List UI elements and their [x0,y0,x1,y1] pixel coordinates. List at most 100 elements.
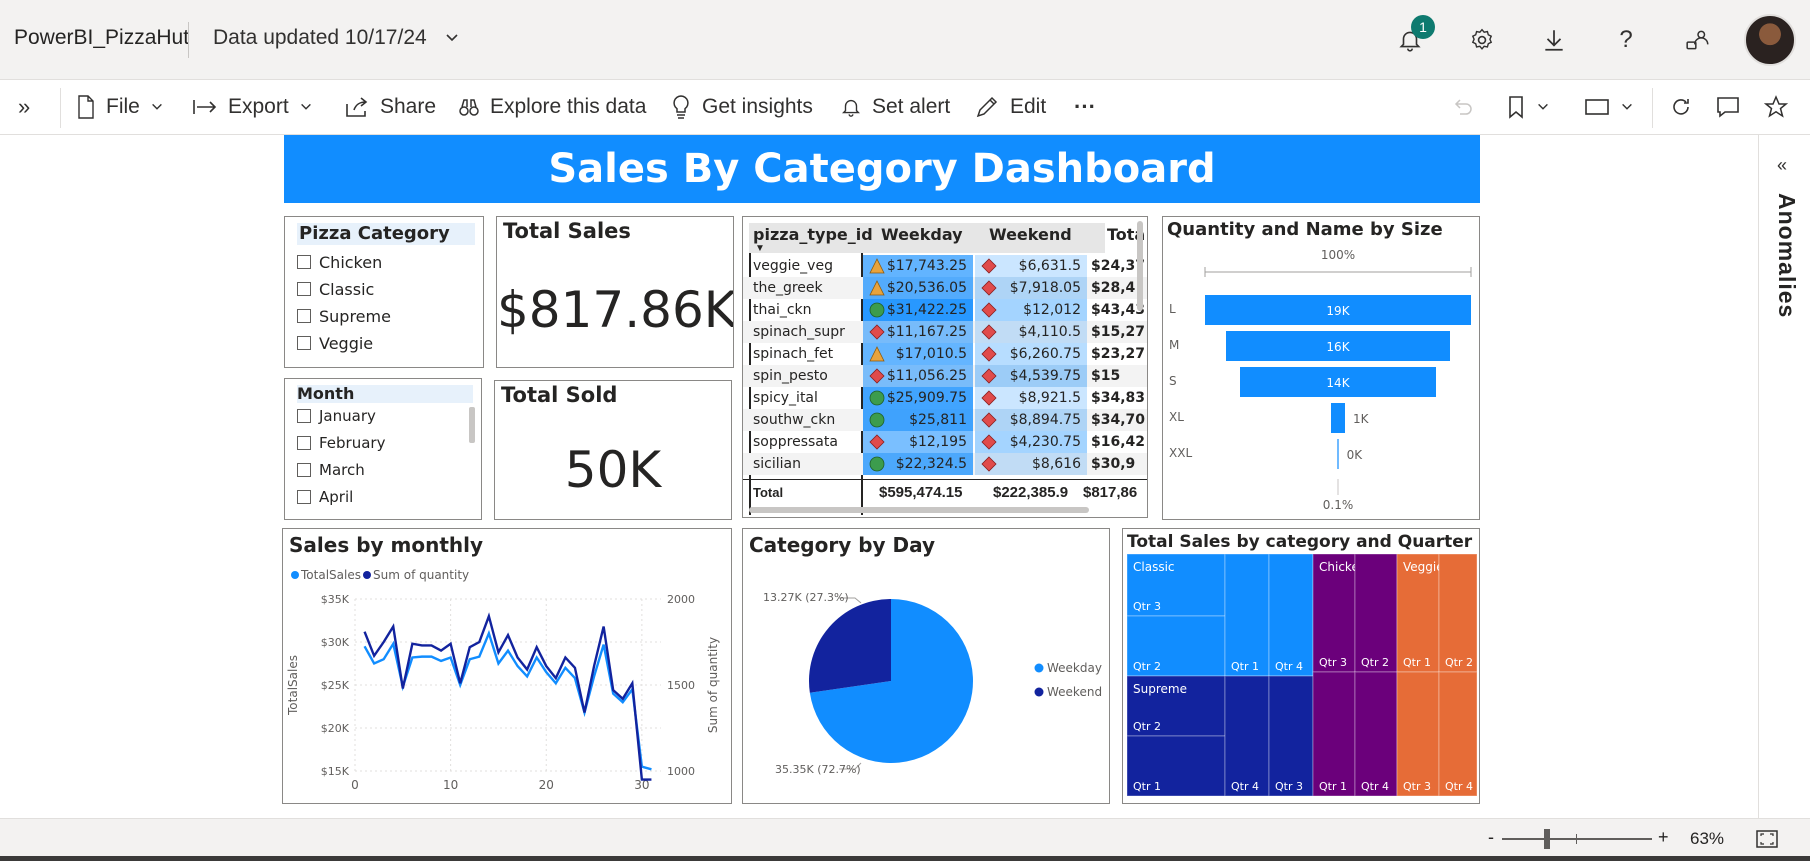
horizontal-scrollbar[interactable] [749,507,1089,513]
expand-nav-icon[interactable]: » [18,90,30,124]
slicer-item[interactable]: Classic [297,278,374,300]
view-menu-button[interactable] [1584,90,1634,124]
checkbox[interactable] [297,255,311,269]
table-row[interactable]: soppressata $12,195 $4,230.75 $16,42 [743,431,1147,453]
pie-chart: 13.27K (27.3%) 35.35K (72.7%) Weekday Weeke… [763,591,1102,776]
funnel-category-label: XL [1169,410,1184,424]
legend-label: Weekday [1047,661,1102,675]
explore-data-button[interactable]: Explore this data [458,90,646,124]
funnel-value-label: 1K [1353,412,1370,426]
feedback-people-icon[interactable] [1680,22,1716,58]
table-row[interactable]: veggie_veg $17,743.25 $6,631.5 $24,37 [743,255,1147,277]
checkbox[interactable] [297,436,311,450]
set-alert-button[interactable]: Set alert [840,90,950,124]
comment-icon[interactable] [1716,90,1740,124]
table-row[interactable]: spicy_ital $25,909.75 $8,921.5 $34,83 [743,387,1147,409]
get-insights-button[interactable]: Get insights [670,90,813,124]
weekday-cell: $17,743.25 [863,255,973,277]
table-row[interactable]: thai_ckn $31,422.25 $12,012 $43,43 [743,299,1147,321]
fit-to-page-icon[interactable] [1756,829,1778,854]
weekend-cell: $7,918.05 [975,277,1087,299]
slicer-item[interactable]: March [297,459,365,481]
checkbox[interactable] [297,490,311,504]
funnel-chart: 100% L 19K M 16K S 14K XL 1K XXL 0K 0.1% [1169,248,1472,512]
settings-gear-icon[interactable] [1464,22,1500,58]
vertical-scrollbar[interactable] [1137,221,1143,311]
table-row[interactable]: southw_ckn $25,811 $8,894.75 $34,70 [743,409,1147,431]
favorite-star-icon[interactable] [1764,90,1788,124]
weekday-cell: $11,056.25 [863,365,973,387]
treemap-quarter-label: Qtr 2 [1445,656,1473,669]
export-arrow-icon [193,100,217,114]
bookmark-menu-button[interactable] [1506,90,1550,124]
more-options-button[interactable]: ··· [1074,90,1096,124]
column-header[interactable]: Weekday [881,223,963,253]
export-menu-button[interactable]: Export [192,90,313,124]
weekend-cell: $6,631.5 [975,255,1087,277]
treemap-cell [1224,553,1270,677]
user-avatar[interactable] [1744,14,1796,66]
slicer-item[interactable]: Supreme [297,305,391,327]
chevron-down-icon [1538,103,1548,110]
undo-icon[interactable] [1452,90,1474,124]
checkbox[interactable] [297,282,311,296]
table-row[interactable]: spinach_supr $11,167.25 $4,110.5 $15,27 [743,321,1147,343]
share-button[interactable]: Share [344,90,436,124]
zoom-level[interactable]: 63% [1690,829,1724,849]
treemap-cell [1312,671,1356,797]
report-title[interactable]: PowerBI_PizzaHut [14,26,189,50]
slicer-item[interactable]: February [297,432,385,454]
treemap-quarter-label: Qtr 2 [1361,656,1389,669]
notification-badge: 1 [1411,15,1435,39]
table-row[interactable]: the_greek $20,536.05 $7,918.05 $28,4 [743,277,1147,299]
slicer-item[interactable]: January [297,405,376,427]
sort-arrow-icon[interactable]: ▼ [755,243,765,254]
row-name: spin_pesto [753,368,828,384]
treemap-quarter-label: Qtr 2 [1133,720,1161,733]
checkbox[interactable] [297,336,311,350]
help-icon[interactable]: ? [1608,22,1644,58]
treemap-quarter-label: Qtr 3 [1403,780,1431,793]
chevron-down-icon[interactable] [444,30,460,51]
column-header[interactable]: pizza_type_id [753,223,873,253]
zoom-out-button[interactable]: - [1488,827,1494,848]
total-cell: $23,27 [1091,346,1146,362]
slicer-pizza-category: Pizza Category Chicken Classic Supreme V… [284,216,484,368]
zoom-slider-thumb[interactable] [1544,829,1550,849]
edit-button[interactable]: Edit [974,90,1046,124]
y-tick-left: $25K [321,679,350,692]
slicer-item[interactable]: Chicken [297,251,382,273]
file-menu-button[interactable]: File [76,90,164,124]
bell-icon [842,99,860,117]
kpi-value: $817.86K [497,281,734,339]
slicer-scrollbar[interactable] [469,407,475,443]
zoom-slider-track[interactable] [1502,838,1652,840]
table-row[interactable]: sicilian $22,324.5 $8,616 $30,9 [743,453,1147,475]
anomalies-label[interactable]: Anomalies [1773,193,1800,318]
column-header[interactable]: Weekend [989,223,1072,253]
y-tick-left: $20K [321,722,350,735]
chevron-down-icon [151,103,162,110]
checkbox[interactable] [297,463,311,477]
window-bottom-edge [0,856,1810,861]
checkbox[interactable] [297,409,311,423]
collapse-pane-icon[interactable]: « [1777,155,1787,176]
table-row[interactable]: spinach_fet $17,010.5 $6,260.75 $23,27 [743,343,1147,365]
treemap-quarter-label: Qtr 3 [1275,780,1303,793]
table-row[interactable]: spin_pesto $11,056.25 $4,539.75 $15 [743,365,1147,387]
funnel-bar [1337,439,1339,469]
weekend-cell: $6,260.75 [975,343,1087,365]
slicer-item[interactable]: Veggie [297,332,373,354]
weekday-cell: $22,324.5 [863,453,973,475]
treemap-cell [1438,671,1478,797]
chevron-down-icon [1622,103,1632,110]
row-name: veggie_veg [753,258,833,274]
total-cell: $15 [1091,368,1121,384]
slicer-item[interactable]: April [297,486,353,508]
checkbox[interactable] [297,309,311,323]
weekday-cell: $25,811 [863,409,973,431]
zoom-in-button[interactable]: + [1658,827,1669,848]
refresh-icon[interactable] [1670,90,1692,124]
data-updated-label[interactable]: Data updated 10/17/24 [213,26,427,50]
download-icon[interactable] [1536,22,1572,58]
